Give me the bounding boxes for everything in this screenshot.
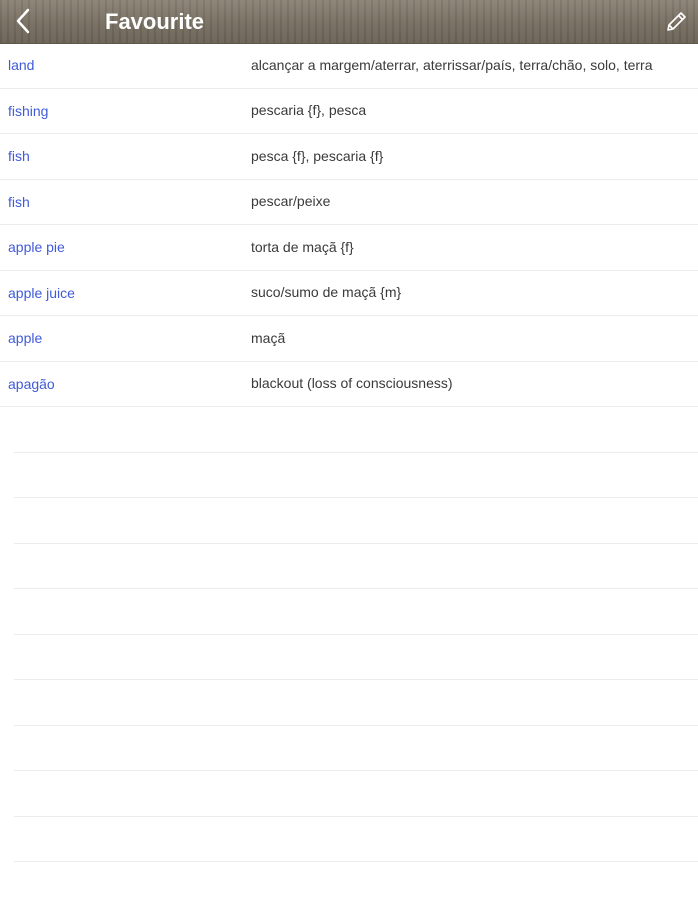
empty-row <box>14 680 698 726</box>
entry-word: land <box>8 57 35 74</box>
entry-translation: pesca {f}, pescaria {f} <box>251 147 384 164</box>
list-item[interactable]: apple maçã <box>0 316 698 362</box>
chevron-left-icon <box>16 8 30 34</box>
favourites-list: land alcançar a margem/aterrar, aterriss… <box>0 43 698 862</box>
entry-translation: maçã <box>251 329 286 346</box>
list-item[interactable]: fish pescar/peixe <box>0 180 698 225</box>
page-title: Favourite <box>105 9 205 34</box>
list-item[interactable]: land alcançar a margem/aterrar, aterriss… <box>0 43 698 89</box>
entry-word: apple pie <box>8 239 65 256</box>
entry-translation: blackout (loss of consciousness) <box>251 375 453 392</box>
pencil-icon <box>667 12 686 31</box>
entry-word: apagão <box>8 375 55 392</box>
entry-translation: suco/sumo de maçã {m} <box>251 284 402 301</box>
empty-row <box>14 817 698 862</box>
list-item[interactable]: apple pie torta de maçã {f} <box>0 225 698 271</box>
empty-row <box>14 589 698 635</box>
list-item[interactable]: apple juice suco/sumo de maçã {m} <box>0 271 698 316</box>
empty-row <box>14 498 698 544</box>
empty-row <box>14 544 698 589</box>
list-item[interactable]: fishing pescaria {f}, pesca <box>0 89 698 134</box>
entry-translation: pescaria {f}, pesca <box>251 102 367 119</box>
empty-row <box>14 635 698 680</box>
entry-word: apple <box>8 330 43 347</box>
entry-word: fish <box>8 148 30 165</box>
entry-translation: pescar/peixe <box>251 193 331 210</box>
empty-row <box>14 407 698 453</box>
empty-row <box>14 726 698 771</box>
entry-word: apple juice <box>8 284 75 301</box>
empty-row <box>14 453 698 498</box>
entry-word: fish <box>8 193 30 210</box>
entry-translation: alcançar a margem/aterrar, aterrissar/pa… <box>251 56 653 73</box>
entry-word: fishing <box>8 102 49 119</box>
empty-row <box>14 771 698 817</box>
navigation-bar: Favourite <box>0 0 698 44</box>
back-button[interactable] <box>8 6 38 36</box>
entry-translation: torta de maçã {f} <box>251 238 354 255</box>
list-item[interactable]: fish pesca {f}, pescaria {f} <box>0 134 698 180</box>
list-item[interactable]: apagão blackout (loss of consciousness) <box>0 362 698 407</box>
edit-button[interactable] <box>662 8 690 36</box>
